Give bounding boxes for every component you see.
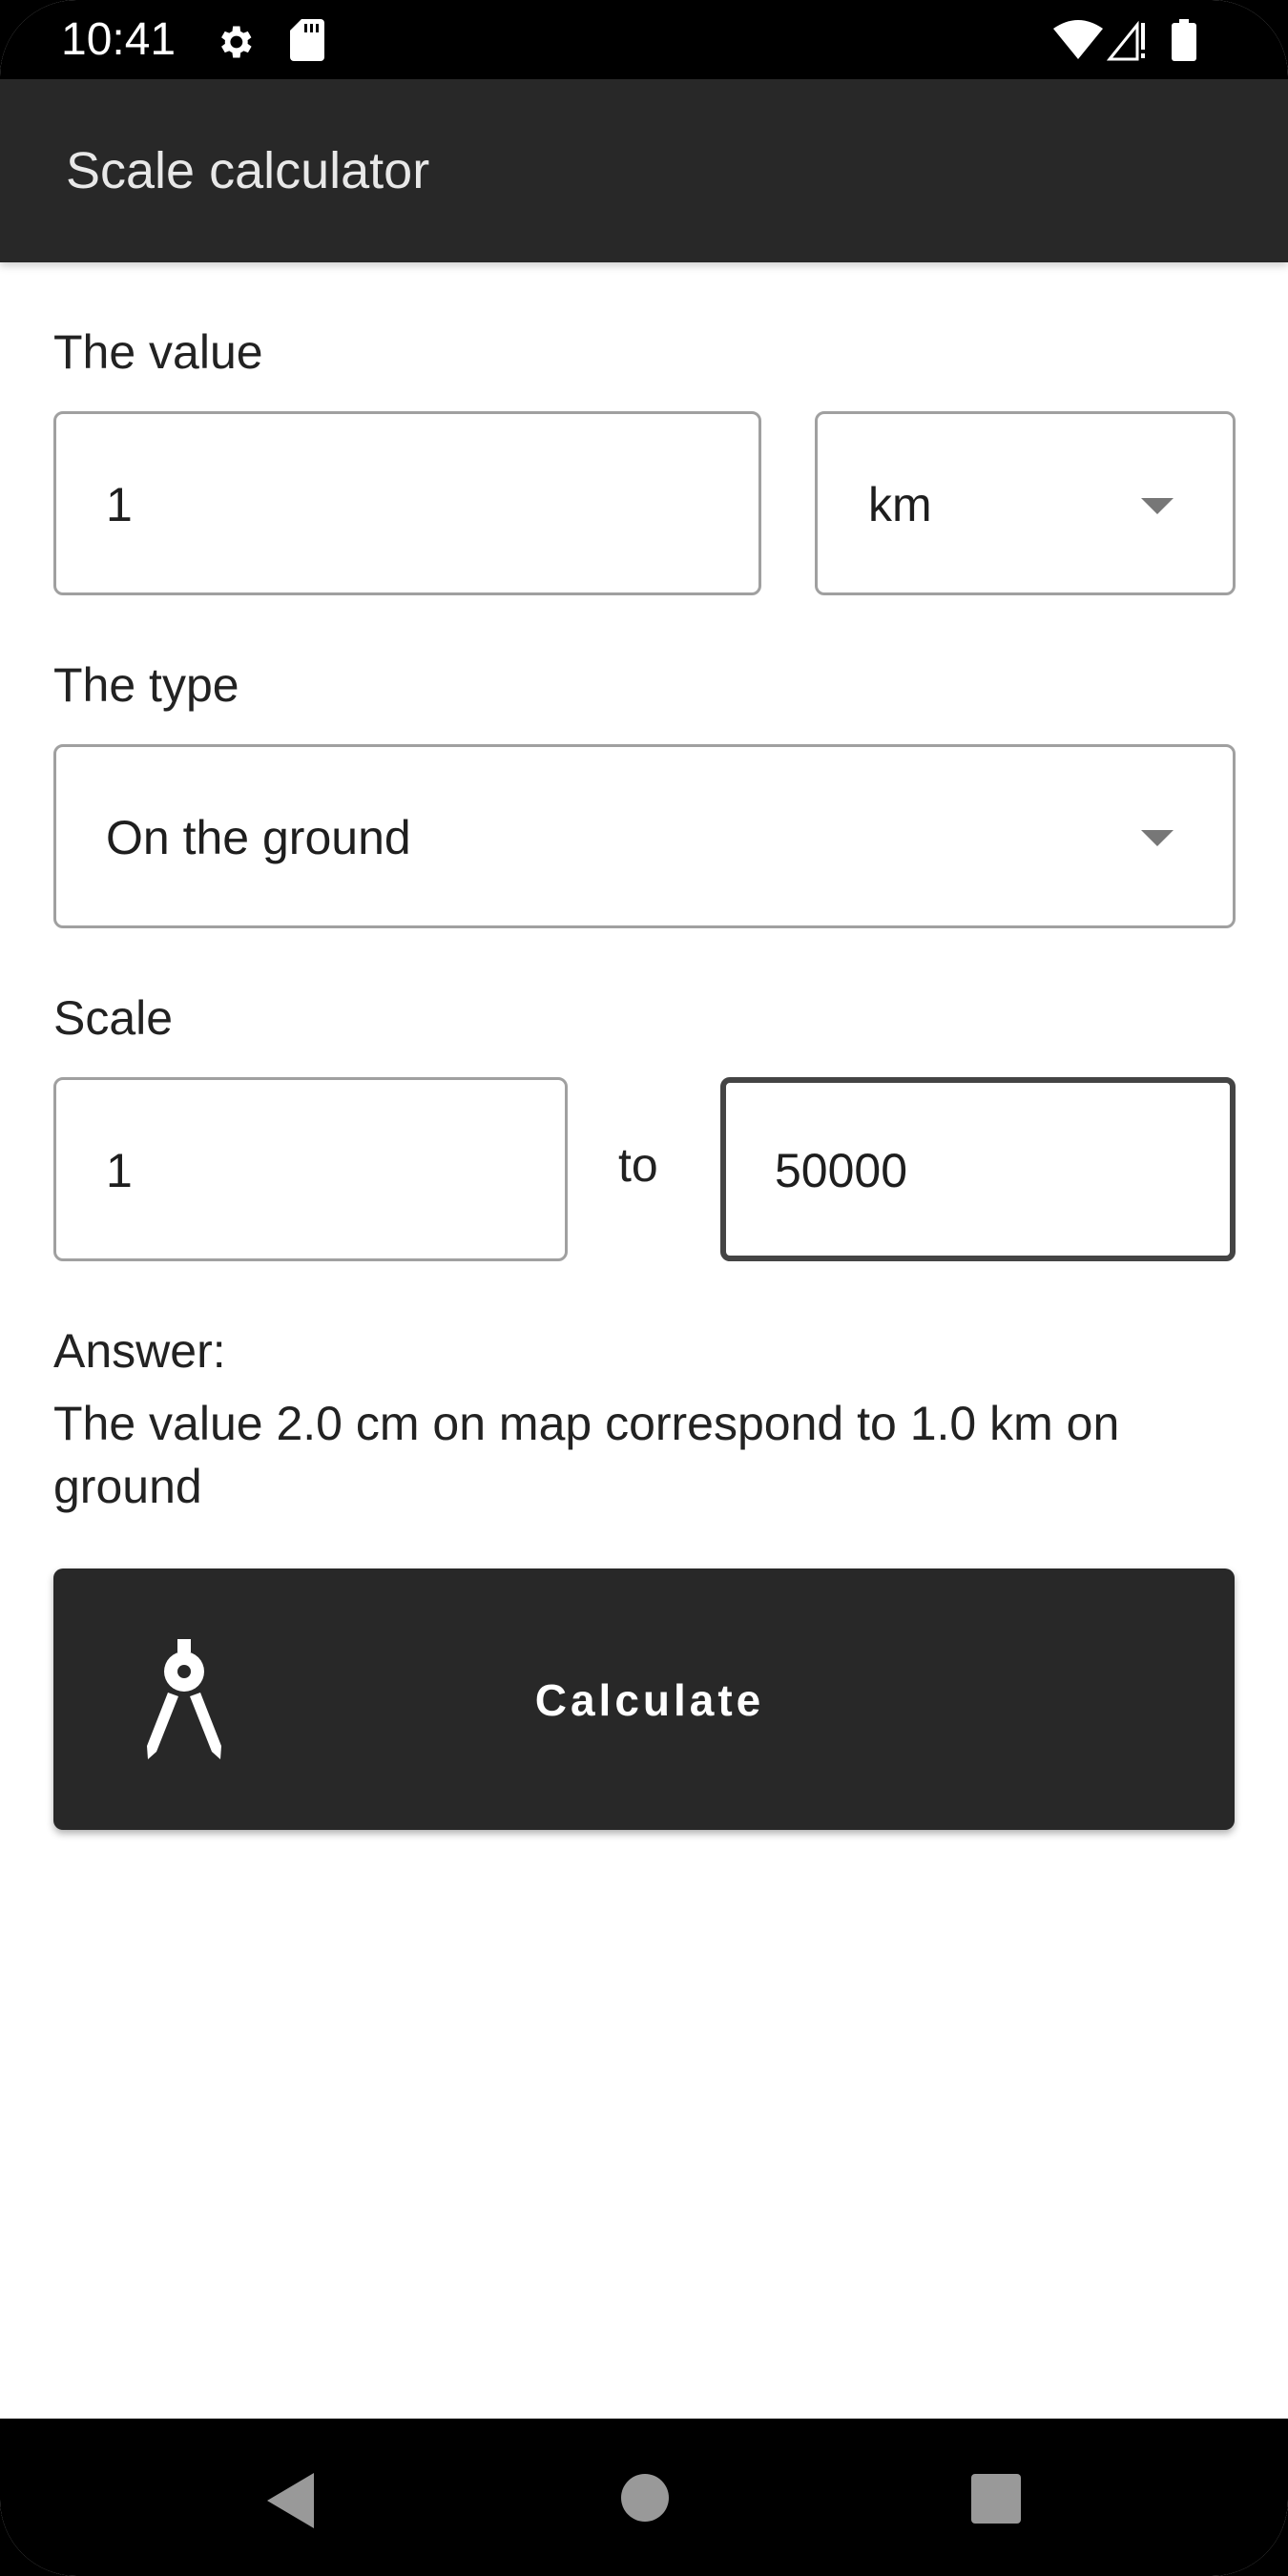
scale-right-input[interactable]: 50000 — [720, 1077, 1236, 1261]
app-bar: Scale calculator — [0, 79, 1288, 262]
navigation-bar — [0, 2419, 1288, 2576]
value-label: The value — [53, 325, 263, 379]
sd-card-icon — [290, 19, 324, 66]
settings-gear-icon — [214, 21, 256, 68]
scale-left-input-text: 1 — [106, 1144, 133, 1197]
app-screen: 10:41 Scale calculator The value 1 km Th… — [0, 0, 1288, 2576]
value-input-text: 1 — [106, 478, 133, 531]
app-title: Scale calculator — [66, 142, 430, 199]
scale-separator: to — [618, 1138, 658, 1192]
answer-title: Answer: — [53, 1324, 226, 1378]
unit-dropdown-value: km — [868, 478, 932, 531]
type-dropdown[interactable]: On the ground — [53, 744, 1236, 928]
unit-dropdown[interactable]: km — [815, 411, 1236, 595]
scale-left-input[interactable]: 1 — [53, 1077, 568, 1261]
scale-label: Scale — [53, 991, 174, 1045]
answer-text: The value 2.0 cm on map correspond to 1.… — [53, 1397, 1120, 1513]
scale-right-input-text: 50000 — [775, 1144, 908, 1197]
calculate-button[interactable]: Calculate — [53, 1568, 1235, 1830]
calculate-button-label: Calculate — [534, 1675, 765, 1725]
status-bar: 10:41 — [0, 0, 1288, 79]
home-icon[interactable] — [620, 2473, 670, 2527]
chevron-down-icon — [1141, 498, 1174, 514]
wifi-icon — [1053, 19, 1103, 64]
battery-icon — [1172, 19, 1196, 66]
type-label: The type — [53, 658, 239, 712]
chevron-down-icon — [1141, 830, 1174, 846]
status-time: 10:41 — [61, 14, 177, 65]
back-icon[interactable] — [267, 2473, 315, 2533]
recents-icon[interactable] — [971, 2474, 1021, 2528]
type-dropdown-value: On the ground — [106, 811, 411, 864]
value-input[interactable]: 1 — [53, 411, 761, 595]
cellular-no-signal-icon — [1106, 19, 1151, 66]
